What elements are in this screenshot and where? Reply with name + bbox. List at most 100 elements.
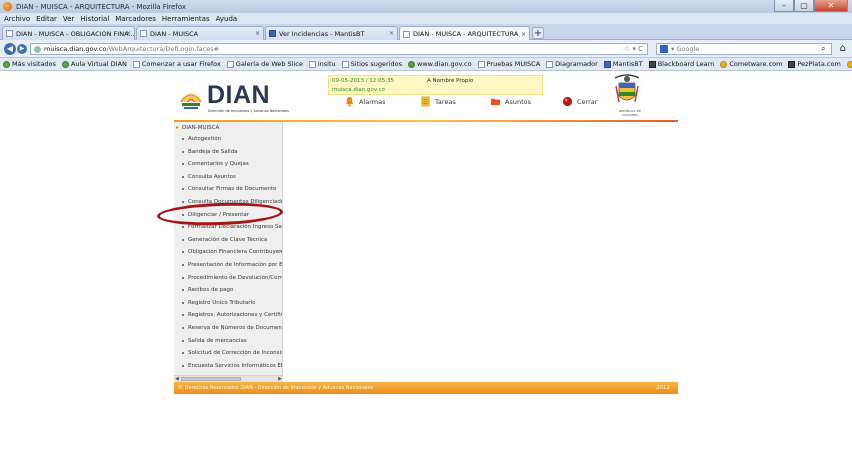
bookmark-item[interactable]: insitu [308, 60, 336, 68]
minimize-button[interactable]: – [774, 0, 794, 12]
bookmark-item[interactable]: Más visitados [3, 60, 56, 68]
page-icon [308, 60, 316, 68]
bullet-icon [182, 301, 184, 304]
footer-copyright: © Derechos Reservados DIAN - Dirección d… [178, 385, 374, 391]
menu-marcadores[interactable]: Marcadores [115, 15, 156, 23]
search-input[interactable]: ▾ Google [656, 43, 832, 55]
portal-header: DIAN Dirección de Impuestos y Aduanas Na… [174, 72, 678, 120]
tab-label: Ver Incidencias - MantisBT [279, 29, 365, 38]
tab-arquitectura[interactable]: DIAN - MUISCA - ARQUITECTURA × [399, 26, 530, 41]
home-icon[interactable]: ⌂ [840, 43, 846, 54]
bookmark-item[interactable]: Galería de Web Slice [226, 60, 303, 68]
search-placeholder: ▾ Google [671, 45, 700, 53]
menu-herramientas[interactable]: Herramientas [162, 15, 210, 23]
sidebar-item[interactable]: Obligación Financiera Contribuyente [182, 249, 282, 255]
tareas-button[interactable]: Tareas [420, 96, 490, 107]
tab-mantis[interactable]: Ver Incidencias - MantisBT × [265, 26, 398, 40]
folder-icon [490, 98, 501, 106]
bookmark-item[interactable]: Amazon.com: Online... [846, 60, 852, 68]
comet-icon [720, 60, 728, 68]
tareas-label: Tareas [435, 97, 456, 106]
sidebar-item[interactable]: Bandeja de Salida [182, 149, 282, 155]
alarmas-button[interactable]: Alarmas [344, 96, 420, 107]
sidebar-item[interactable]: Autogestión [182, 136, 282, 142]
amazon-icon [846, 60, 852, 68]
sidebar-item[interactable]: Salida de mercancías [182, 338, 282, 344]
bookmark-item[interactable]: PezPlata.com [788, 60, 841, 68]
sidebar-item[interactable]: Recibos de pago [182, 287, 282, 293]
scrollbar-thumb[interactable] [181, 377, 241, 381]
bookmark-item[interactable]: Cometware.com [720, 60, 782, 68]
sidebar-item-label: Procedimiento de Devolución/Compensación [188, 274, 282, 281]
bookmark-item[interactable]: Pruebas MUISCA [477, 60, 541, 68]
sidebar-root-label: DIAN-MUISCA [182, 124, 220, 131]
tab-close-icon[interactable]: × [255, 30, 260, 37]
bookmark-item[interactable]: Aula Virtual DIAN [61, 60, 127, 68]
sidebar-horizontal-scrollbar[interactable]: ◀ ▶ [174, 375, 283, 382]
sidebar-item[interactable]: Registro Único Tributario [182, 300, 282, 306]
bookmark-label: MantisBT [612, 60, 643, 68]
close-window-button[interactable]: ✕ [814, 0, 848, 12]
globe-icon [408, 60, 415, 68]
sidebar-item[interactable]: Reserva de Números de Documento [182, 325, 282, 331]
sidebar-item-label: Consulta Documentos Diligenciados [188, 199, 282, 205]
menu-ver[interactable]: Ver [63, 15, 74, 23]
maximize-button[interactable]: ▢ [794, 0, 814, 12]
sidebar-item[interactable]: Comentarios y Quejas [182, 161, 282, 167]
sidebar-item-label: Salida de mercancías [188, 337, 247, 344]
portal-footer: © Derechos Reservados DIAN - Dirección d… [174, 382, 678, 394]
sidebar-item[interactable]: Encuesta Servicios Informáticos Electrón… [182, 363, 282, 369]
back-button[interactable]: ◀ [4, 43, 16, 55]
page-icon [132, 60, 140, 68]
bookmark-label: Aula Virtual DIAN [70, 60, 127, 68]
bookmark-item[interactable]: www.dian.gov.co [408, 60, 472, 68]
sidebar-item[interactable]: Solicitud de Corrección de Inconsistenci… [182, 350, 282, 356]
menu-ayuda[interactable]: Ayuda [216, 15, 238, 23]
power-icon [562, 96, 573, 107]
tab-close-icon[interactable]: × [126, 30, 131, 37]
window-controls: – ▢ ✕ [774, 0, 848, 12]
mantis-icon [269, 30, 276, 37]
menu-historial[interactable]: Historial [80, 15, 109, 23]
sidebar-item[interactable]: Registros, Autorizaciones y Certificacio… [182, 312, 282, 318]
tab-muisca[interactable]: DIAN - MUISCA × [136, 26, 264, 40]
dian-logo-subtitle: Dirección de Impuestos y Aduanas Naciona… [208, 109, 289, 113]
sidebar-item[interactable]: Procedimiento de Devolución/Compensación [182, 275, 282, 281]
bullet-icon [182, 150, 184, 153]
bookmark-label: Sitios sugeridos [350, 60, 402, 68]
sidebar-item[interactable]: Formalizar Declaración Ingreso Salida [182, 224, 282, 230]
bookmark-label: insitu [317, 60, 336, 68]
session-domain: muisca.dian.gov.co [332, 87, 385, 93]
bookmark-label: Pruebas MUISCA [486, 60, 541, 68]
bullet-icon [182, 289, 184, 292]
sidebar-item[interactable]: Presentación de Información por Envío [182, 262, 282, 268]
tab-obligacion[interactable]: DIAN - MUISCA - OBLIGACION FINA... × [2, 26, 135, 40]
asuntos-button[interactable]: Asuntos [490, 96, 562, 107]
bookmark-item[interactable]: Comenzar a usar Firefox [132, 60, 221, 68]
bookmark-label: Galería de Web Slice [235, 60, 303, 68]
bullet-icon [182, 314, 184, 317]
globe-icon [61, 60, 69, 68]
bookmark-item[interactable]: MantisBT [603, 60, 643, 68]
tab-close-icon[interactable]: × [521, 31, 526, 38]
bookmark-item[interactable]: Blackboard Learn [648, 60, 714, 68]
bookmark-item[interactable]: Sitios sugeridos [341, 60, 402, 68]
bullet-icon [182, 327, 184, 329]
sidebar-item[interactable]: Consultar Firmas de Documento [182, 186, 282, 192]
url-bar[interactable]: muisca.dian.gov.co /WebArquitectura/DefL… [30, 43, 648, 55]
url-bar-controls[interactable]: ☆ ▾ C [624, 45, 643, 53]
sidebar-item-label: Autogestión [188, 136, 222, 142]
new-tab-button[interactable]: + [532, 27, 544, 39]
menu-editar[interactable]: Editar [36, 15, 57, 23]
sidebar-item[interactable]: Consulta Documentos Diligenciados [182, 199, 282, 205]
bookmark-item[interactable]: Diagramador [546, 60, 598, 68]
bullet-icon [182, 201, 184, 203]
menu-archivo[interactable]: Archivo [4, 15, 30, 23]
sidebar-item[interactable]: Diligenciar / Presentar [182, 212, 282, 218]
sidebar-item[interactable]: Consulta Asuntos [182, 174, 282, 180]
sidebar-item[interactable]: Generación de Clave Técnica [182, 237, 282, 243]
search-icon[interactable]: ⌕ [821, 44, 830, 53]
forward-button[interactable]: ▶ [17, 44, 27, 54]
tab-close-icon[interactable]: × [389, 30, 394, 37]
sidebar-root[interactable]: ▸ DIAN-MUISCA [176, 124, 219, 131]
